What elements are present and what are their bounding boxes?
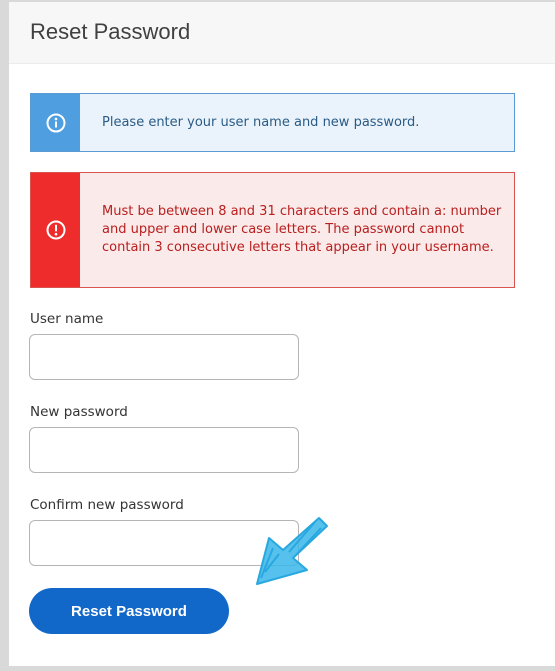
annotation-arrow-icon	[256, 517, 328, 585]
username-label: User name	[30, 311, 104, 327]
confirm-password-label: Confirm new password	[30, 497, 184, 513]
new-password-input[interactable]	[29, 427, 299, 473]
username-input[interactable]	[29, 334, 299, 380]
reset-password-button[interactable]: Reset Password	[29, 588, 229, 634]
page-title: Reset Password	[30, 19, 191, 44]
error-alert-message: Must be between 8 and 31 characters and …	[102, 204, 502, 255]
reset-password-panel: Reset Password Please enter your user na…	[9, 2, 555, 666]
new-password-label: New password	[30, 404, 128, 420]
info-alert-message: Please enter your user name and new pass…	[102, 114, 420, 130]
error-alert-icon-cell	[31, 173, 80, 287]
exclamation-icon	[46, 220, 65, 240]
error-alert: Must be between 8 and 31 characters and …	[30, 172, 515, 288]
panel-header: Reset Password	[9, 2, 555, 64]
info-alert-icon-cell	[31, 94, 80, 151]
info-icon	[46, 113, 65, 132]
info-alert: Please enter your user name and new pass…	[30, 93, 515, 152]
